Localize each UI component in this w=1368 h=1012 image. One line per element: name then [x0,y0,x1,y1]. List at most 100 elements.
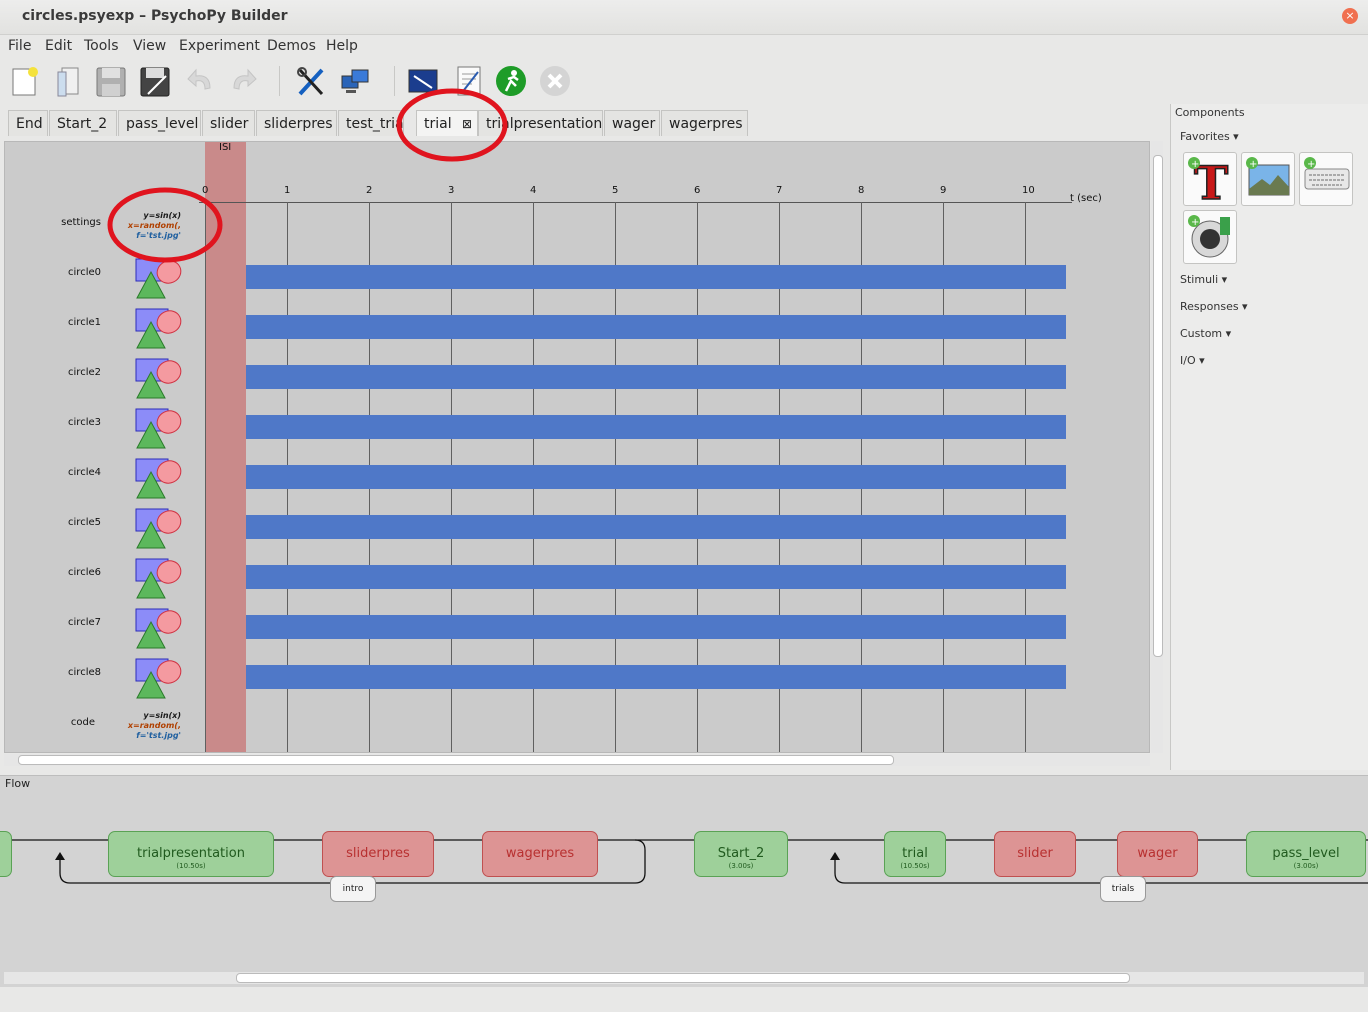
time-tick-label: 2 [366,185,373,196]
flow-routine-label: pass_level [1272,846,1340,861]
loop-label-intro[interactable]: intro [330,876,376,902]
polygon-component-icon[interactable] [135,458,183,500]
image-component-icon[interactable]: + [1241,152,1295,206]
preferences-icon[interactable] [294,64,328,98]
loop-arrow-icon [830,852,840,860]
save-icon[interactable] [94,64,128,98]
flow-routine-label: sliderpres [346,846,410,861]
time-axis-label: t (sec) [1070,193,1102,204]
settings-code-line[interactable]: f='tst.jpg' [85,231,181,241]
sound-component-icon[interactable]: + [1183,210,1237,264]
flow-routine-trial[interactable]: trial (10.50s) [884,831,946,877]
svg-text:+: + [1249,159,1257,170]
component-name-circle4: circle4 [68,467,101,478]
category-favorites[interactable]: Favorites ▾ [1180,130,1239,143]
tab-wagerpres[interactable]: wagerpres [661,110,748,136]
category-stimuli[interactable]: Stimuli ▾ [1180,273,1227,286]
tab-test-trial[interactable]: test_trial [338,110,404,136]
polygon-component-icon[interactable] [135,358,183,400]
component-name-circle1: circle1 [68,317,101,328]
tab-wager[interactable]: wager [604,110,660,136]
category-responses[interactable]: Responses ▾ [1180,300,1248,313]
flow-routine-pass-level[interactable]: pass_level (3.00s) [1246,831,1366,877]
component-duration-bar[interactable] [246,515,1066,539]
flow-routine-label: slider [1017,846,1053,861]
polygon-component-icon[interactable] [135,308,183,350]
keyboard-component-icon[interactable]: + [1299,152,1353,206]
text-component-icon[interactable]: T + [1183,152,1237,211]
window-title: circles.psyexp – PsychoPy Builder [22,8,288,24]
scrollbar-thumb[interactable] [18,755,894,765]
save-as-icon[interactable] [138,64,172,98]
component-duration-bar[interactable] [246,465,1066,489]
component-duration-bar[interactable] [246,665,1066,689]
code-component-line[interactable]: y=sin(x) [85,711,181,721]
code-component-line[interactable]: x=random(, [85,721,181,731]
menu-experiment[interactable]: Experiment [179,38,260,54]
polygon-component-icon[interactable] [135,658,183,700]
time-tick-label: 6 [694,185,701,196]
polygon-component-icon[interactable] [135,258,183,300]
scrollbar-thumb[interactable] [1153,155,1163,657]
routine-canvas[interactable]: ISI 0 1 2 3 4 5 6 7 8 9 10 t (sec) settings y=sin(x) x=… [4,141,1150,753]
new-file-icon[interactable] [8,64,42,98]
tab-start-2[interactable]: Start_2 [49,110,117,136]
flow-routine-wagerpres[interactable]: wagerpres [482,831,598,877]
flow-routine-trialpresentation[interactable]: trialpresentation (10.50s) [108,831,274,877]
tab-trial[interactable]: trial ⊠ [416,110,478,136]
component-name-circle5: circle5 [68,517,101,528]
component-duration-bar[interactable] [246,265,1066,289]
settings-code-line[interactable]: y=sin(x) [85,211,181,221]
open-file-icon[interactable] [52,64,86,98]
time-tick-label: 4 [530,185,537,196]
polygon-component-icon[interactable] [135,508,183,550]
menu-file[interactable]: File [8,38,31,54]
menu-tools[interactable]: Tools [84,38,119,54]
close-tab-icon[interactable]: ⊠ [462,111,472,136]
polygon-component-icon[interactable] [135,608,183,650]
menu-help[interactable]: Help [326,38,358,54]
category-custom[interactable]: Custom ▾ [1180,327,1231,340]
menu-demos[interactable]: Demos [267,38,316,54]
component-duration-bar[interactable] [246,615,1066,639]
tab-pass-level[interactable]: pass_level [118,110,201,136]
tab-end[interactable]: End [8,110,48,136]
tab-trialpresentation[interactable]: trialpresentation [478,110,603,136]
status-bar [0,987,1368,1012]
polygon-component-icon[interactable] [135,408,183,450]
tab-slider[interactable]: slider [202,110,255,136]
time-tick-label: 3 [448,185,455,196]
flow-horizontal-scrollbar[interactable] [4,972,1364,984]
flow-routine-sliderpres[interactable]: sliderpres [322,831,434,877]
menu-view[interactable]: View [133,38,166,54]
component-duration-bar[interactable] [246,415,1066,439]
experiment-settings-icon[interactable] [406,64,440,98]
settings-code-line[interactable]: x=random(, [85,221,181,231]
component-duration-bar[interactable] [246,565,1066,589]
close-window-button[interactable]: × [1342,8,1358,24]
time-tick-label: 8 [858,185,865,196]
component-duration-bar[interactable] [246,315,1066,339]
component-duration-bar[interactable] [246,365,1066,389]
routine-vertical-scrollbar[interactable] [1151,141,1163,753]
flow-routine-slider[interactable]: slider [994,831,1076,877]
undo-icon[interactable] [184,64,218,98]
flow-routine-partial[interactable] [0,831,12,877]
flow-routine-start-2[interactable]: Start_2 (3.00s) [694,831,788,877]
routine-horizontal-scrollbar[interactable] [4,754,1150,766]
run-icon[interactable] [494,64,528,98]
monitor-center-icon[interactable] [338,64,372,98]
flow-routine-wager[interactable]: wager [1117,831,1198,877]
redo-icon[interactable] [226,64,260,98]
stop-icon[interactable] [538,64,572,98]
code-component-line[interactable]: f='tst.jpg' [85,731,181,741]
loop-label-trials[interactable]: trials [1100,876,1146,902]
category-io[interactable]: I/O ▾ [1180,354,1205,367]
component-name-circle0: circle0 [68,267,101,278]
time-gridline [205,202,206,752]
compile-script-icon[interactable] [452,64,486,98]
menu-edit[interactable]: Edit [45,38,72,54]
tab-sliderpres[interactable]: sliderpres [256,110,337,136]
scrollbar-thumb[interactable] [236,973,1130,983]
polygon-component-icon[interactable] [135,558,183,600]
